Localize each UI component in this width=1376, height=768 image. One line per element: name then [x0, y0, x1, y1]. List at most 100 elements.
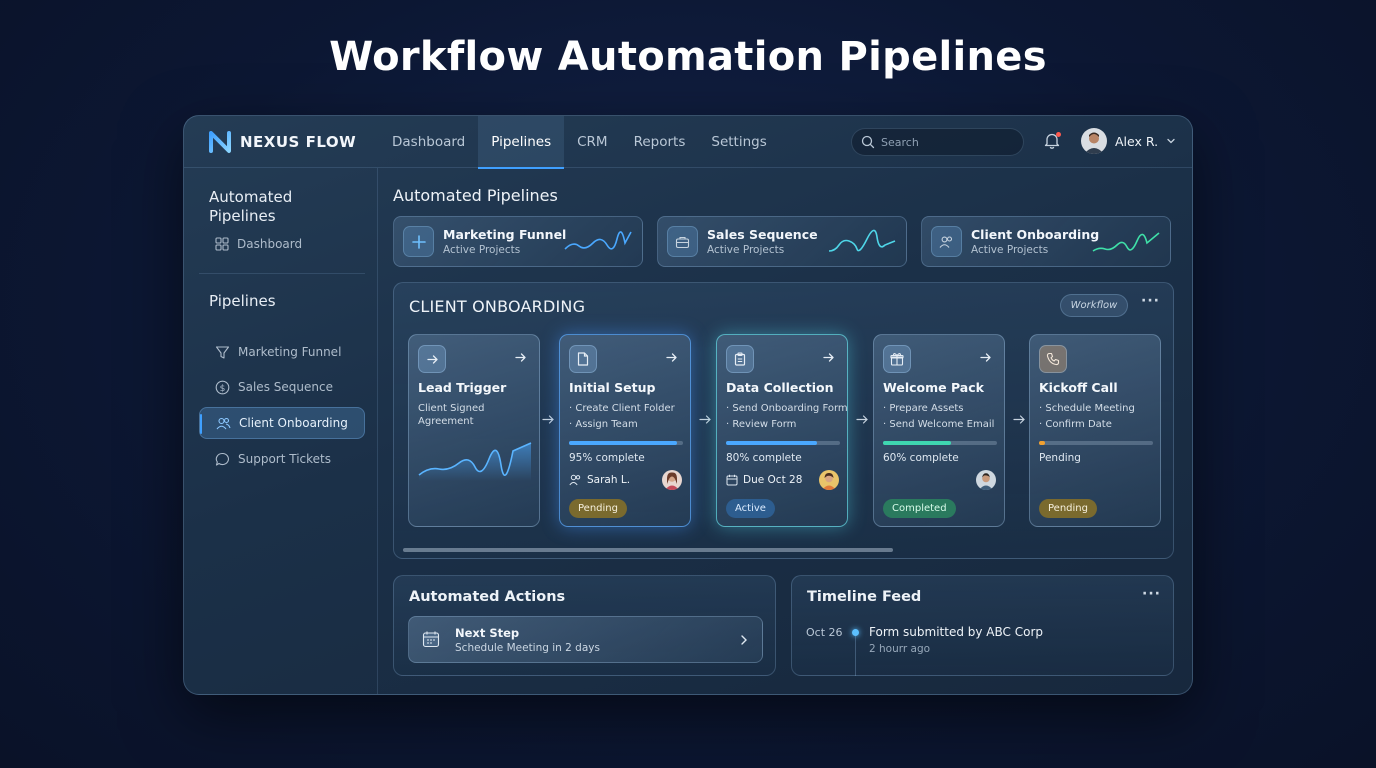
chevron-down-icon — [1167, 138, 1175, 144]
logo[interactable]: NEXUS FLOW — [208, 130, 356, 154]
arrow-right-icon — [856, 415, 868, 424]
main-nav: Dashboard Pipelines CRM Reports Settings — [379, 116, 780, 169]
calendar-icon — [422, 631, 440, 648]
stage-detail: · Send Welcome Email — [883, 419, 995, 430]
avatar — [1081, 128, 1107, 154]
nav-dashboard[interactable]: Dashboard — [379, 116, 478, 168]
progress-bar — [726, 441, 840, 445]
progress-fill — [726, 441, 818, 445]
users-icon — [569, 474, 581, 486]
timeline-date: Oct 26 — [806, 626, 843, 639]
summary-card-client-onboarding[interactable]: Client Onboarding Active Projects — [921, 216, 1171, 267]
svg-text:$: $ — [220, 383, 226, 393]
sidebar-divider — [199, 273, 365, 274]
action-subtitle: Schedule Meeting in 2 days — [455, 642, 600, 654]
plus-icon — [403, 226, 434, 257]
sidebar-heading-pipelines: Pipelines — [209, 292, 276, 310]
stage-card-welcome-pack[interactable]: Welcome Pack · Prepare Assets · Send Wel… — [873, 334, 1005, 527]
timeline-time: 2 hourr ago — [869, 643, 931, 655]
arrow-right-icon[interactable] — [979, 351, 992, 364]
next-step-item[interactable]: Next Step Schedule Meeting in 2 days — [408, 616, 763, 663]
nav-crm[interactable]: CRM — [564, 116, 620, 168]
nav-reports[interactable]: Reports — [621, 116, 699, 168]
top-bar: NEXUS FLOW Dashboard Pipelines CRM Repor… — [184, 116, 1192, 169]
status-badge: Pending — [1039, 499, 1097, 518]
arrow-right-icon — [542, 415, 554, 424]
stage-name: Kickoff Call — [1039, 380, 1118, 395]
due-date: Due Oct 28 — [726, 474, 802, 486]
sidebar-item-label: Marketing Funnel — [238, 345, 342, 359]
clipboard-icon — [726, 345, 754, 373]
workflow-chip[interactable]: Workflow — [1060, 294, 1128, 317]
stage-card-kickoff-call[interactable]: Kickoff Call · Schedule Meeting · Confir… — [1029, 334, 1161, 527]
sidebar-item-client-onboarding[interactable]: Client Onboarding — [199, 407, 365, 439]
search-icon — [861, 135, 875, 149]
stage-card-initial-setup[interactable]: Initial Setup · Create Client Folder · A… — [559, 334, 691, 527]
nav-settings[interactable]: Settings — [698, 116, 779, 168]
phone-icon — [1039, 345, 1067, 373]
progress-bar — [569, 441, 683, 445]
sparkline — [564, 231, 632, 250]
logo-icon — [209, 131, 231, 153]
grid-icon — [215, 237, 229, 251]
sparkline — [1092, 232, 1160, 252]
search-box[interactable] — [851, 128, 1024, 156]
gift-icon — [883, 345, 911, 373]
sidebar-item-support-tickets[interactable]: Support Tickets — [199, 443, 365, 475]
stage-detail: · Review Form — [726, 419, 797, 430]
progress-bar — [1039, 441, 1153, 445]
board-title: CLIENT ONBOARDING — [409, 297, 586, 316]
pipeline-board: CLIENT ONBOARDING Workflow ··· Lead Trig… — [393, 282, 1174, 559]
sparkline — [828, 229, 896, 252]
logo-text: NEXUS FLOW — [240, 133, 357, 151]
timeline-event[interactable]: Form submitted by ABC Corp — [869, 625, 1043, 639]
summary-subtitle: Active Projects — [443, 244, 521, 256]
arrow-right-icon[interactable] — [822, 351, 835, 364]
summary-card-sales-sequence[interactable]: Sales Sequence Active Projects — [657, 216, 907, 267]
status-badge: Completed — [883, 499, 956, 518]
stage-detail: · Schedule Meeting — [1039, 403, 1135, 414]
summary-card-marketing-funnel[interactable]: Marketing Funnel Active Projects — [393, 216, 643, 267]
timeline-feed-panel: Timeline Feed ··· Oct 26 Form submitted … — [791, 575, 1174, 676]
progress-text: 80% complete — [726, 452, 802, 464]
section-title: Automated Pipelines — [393, 186, 558, 205]
stage-card-lead-trigger[interactable]: Lead Trigger Client Signed Agreement — [408, 334, 540, 527]
chevron-right-icon[interactable] — [738, 633, 750, 647]
sidebar-item-label: Client Onboarding — [239, 416, 348, 430]
progress-fill — [1039, 441, 1045, 445]
stage-card-data-collection[interactable]: Data Collection · Send Onboarding Form ·… — [716, 334, 848, 527]
page-title: Workflow Automation Pipelines — [329, 34, 1047, 80]
dollar-icon: $ — [215, 380, 230, 394]
status-badge: Pending — [569, 499, 627, 518]
stage-detail: · Send Onboarding Form — [726, 403, 848, 414]
summary-subtitle: Active Projects — [971, 244, 1049, 256]
user-name: Alex R. — [1115, 133, 1159, 149]
users-icon — [216, 417, 231, 429]
timeline-dot — [852, 629, 859, 636]
user-menu[interactable]: Alex R. — [1081, 128, 1176, 154]
progress-bar — [883, 441, 997, 445]
sidebar-item-sales-sequence[interactable]: $ Sales Sequence — [199, 371, 365, 403]
notification-dot — [1056, 132, 1061, 137]
sidebar-item-label: Support Tickets — [238, 452, 332, 466]
action-title: Next Step — [455, 626, 520, 640]
sidebar-item-dashboard[interactable]: Dashboard — [199, 228, 365, 260]
nav-pipelines[interactable]: Pipelines — [478, 116, 565, 169]
area-sparkline — [418, 442, 532, 481]
sidebar-item-marketing-funnel[interactable]: Marketing Funnel — [199, 336, 365, 368]
summary-title: Marketing Funnel — [443, 227, 567, 242]
more-icon[interactable]: ··· — [1141, 293, 1160, 309]
horizontal-scrollbar[interactable] — [403, 548, 893, 552]
chat-icon — [215, 452, 229, 466]
arrow-right-icon — [699, 415, 711, 424]
stage-name: Data Collection — [726, 380, 834, 395]
arrow-right-icon[interactable] — [514, 351, 527, 364]
avatar — [976, 470, 996, 490]
search-input[interactable] — [881, 133, 1016, 151]
assignee: Sarah L. — [569, 474, 630, 486]
arrow-right-icon[interactable] — [665, 351, 678, 364]
more-icon[interactable]: ··· — [1142, 586, 1161, 602]
summary-subtitle: Active Projects — [707, 244, 785, 256]
timeline-line — [855, 634, 856, 676]
panel-title: Timeline Feed — [807, 589, 922, 605]
